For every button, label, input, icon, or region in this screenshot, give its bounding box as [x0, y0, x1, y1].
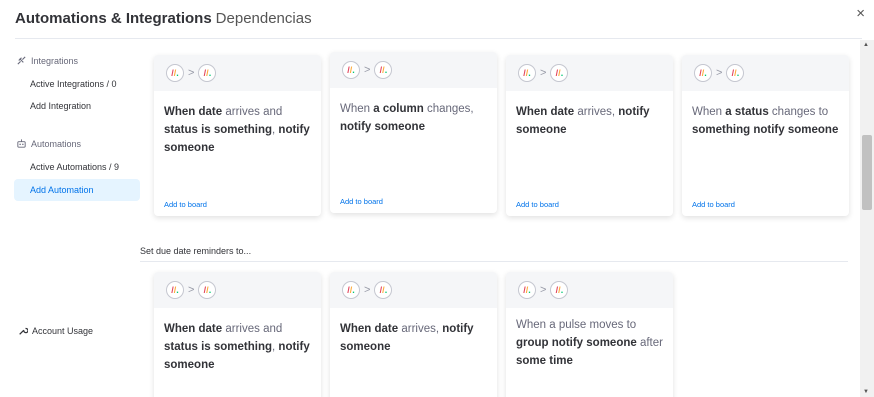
add-to-board-link[interactable]: Add to board: [516, 200, 559, 209]
card-header: / /. > / /.: [682, 55, 849, 91]
recipe-text: When date arrives and status is somethin…: [164, 106, 310, 154]
card-header: / /. > / /.: [506, 55, 673, 91]
scroll-thumb[interactable]: [862, 135, 872, 210]
chevron-right-icon: >: [188, 284, 195, 296]
sidebar: Integrations Active Integrations / 0 Add…: [0, 40, 145, 397]
board-name: Dependencias: [215, 10, 312, 27]
monday-logo-icon: / /.: [342, 281, 360, 299]
page-title-text: Automations & Integrations: [15, 10, 212, 27]
monday-logo-icon: / /.: [198, 281, 217, 299]
wrench-icon: [19, 327, 28, 335]
recipe-card[interactable]: / /. > / /. When date arrives and status i…: [154, 272, 321, 397]
recipe-card[interactable]: / /. > / /. When date arrives, notify some…: [506, 55, 673, 216]
chevron-right-icon: >: [364, 64, 371, 76]
monday-logo-icon: / /.: [550, 281, 569, 299]
add-to-board-link[interactable]: Add to board: [692, 200, 735, 209]
recipe-card[interactable]: / /. > / /. When a column changes, notify …: [330, 52, 497, 213]
add-to-board-link[interactable]: Add to board: [340, 197, 383, 206]
sidebar-item-add-automation[interactable]: Add Automation: [14, 179, 140, 201]
recipe-text: When date arrives, notify someone: [516, 106, 650, 136]
section-divider: [140, 261, 848, 262]
chevron-right-icon: >: [364, 284, 371, 296]
recipe-card[interactable]: / /. > / /. When date arrives and status i…: [154, 55, 321, 216]
plug-icon: [17, 56, 26, 65]
monday-logo-icon: / /.: [694, 64, 712, 82]
recipe-text: When date arrives, notify someone: [340, 323, 474, 353]
integrations-section: Integrations: [16, 55, 78, 66]
scroll-up-icon[interactable]: ▲: [863, 42, 869, 48]
monday-logo-icon: / /.: [550, 64, 569, 82]
sidebar-item-add-integration[interactable]: Add Integration: [14, 95, 140, 117]
card-header: / /. > / /.: [154, 272, 321, 308]
monday-logo-icon: / /.: [518, 281, 536, 299]
card-header: / /. > / /.: [330, 52, 497, 88]
monday-logo-icon: / /.: [166, 64, 184, 82]
robot-icon: [17, 139, 26, 148]
card-header: / /. > / /.: [154, 55, 321, 91]
monday-logo-icon: / /.: [198, 64, 217, 82]
header-divider: [15, 38, 862, 39]
section-title: Set due date reminders to...: [140, 246, 252, 256]
monday-logo-icon: / /.: [166, 281, 184, 299]
automations-section: Automations: [16, 138, 81, 149]
sidebar-item-active-integrations[interactable]: Active Integrations / 0: [14, 73, 140, 95]
recipe-text: When a status changes to something notif…: [692, 106, 839, 136]
card-header: / /. > / /.: [506, 272, 673, 308]
recipe-text: When a column changes, notify someone: [340, 103, 474, 133]
recipe-card[interactable]: / /. > / /. When a pulse moves to group no…: [506, 272, 673, 397]
chevron-right-icon: >: [716, 67, 723, 79]
monday-logo-icon: / /.: [374, 281, 393, 299]
card-header: / /. > / /.: [330, 272, 497, 308]
recipe-card[interactable]: / /. > / /. When a status changes to somet…: [682, 55, 849, 216]
account-usage-link[interactable]: Account Usage: [18, 326, 93, 336]
monday-logo-icon: / /.: [518, 64, 536, 82]
recipe-text: When date arrives and status is somethin…: [164, 323, 310, 371]
close-icon[interactable]: ×: [856, 6, 865, 21]
sidebar-item-active-automations[interactable]: Active Automations / 9: [14, 156, 140, 178]
add-to-board-link[interactable]: Add to board: [164, 200, 207, 209]
recipe-card[interactable]: / /. > / /. When date arrives, notify some…: [330, 272, 497, 397]
integrations-label: Integrations: [31, 55, 79, 66]
recipe-text: When a pulse moves to group notify someo…: [516, 319, 663, 367]
chevron-right-icon: >: [540, 284, 547, 296]
monday-logo-icon: / /.: [342, 61, 360, 79]
chevron-right-icon: >: [188, 67, 195, 79]
account-usage-label: Account Usage: [32, 326, 94, 336]
modal-header: Automations & Integrations Dependencias ×: [0, 0, 874, 39]
monday-logo-icon: / /.: [726, 64, 745, 82]
monday-logo-icon: / /.: [374, 61, 393, 79]
automations-label: Automations: [31, 138, 82, 149]
scroll-down-icon[interactable]: ▼: [863, 389, 869, 395]
page-title: Automations & Integrations Dependencias: [15, 10, 312, 27]
scrollbar[interactable]: ▲ ▼: [860, 40, 874, 397]
chevron-right-icon: >: [540, 67, 547, 79]
